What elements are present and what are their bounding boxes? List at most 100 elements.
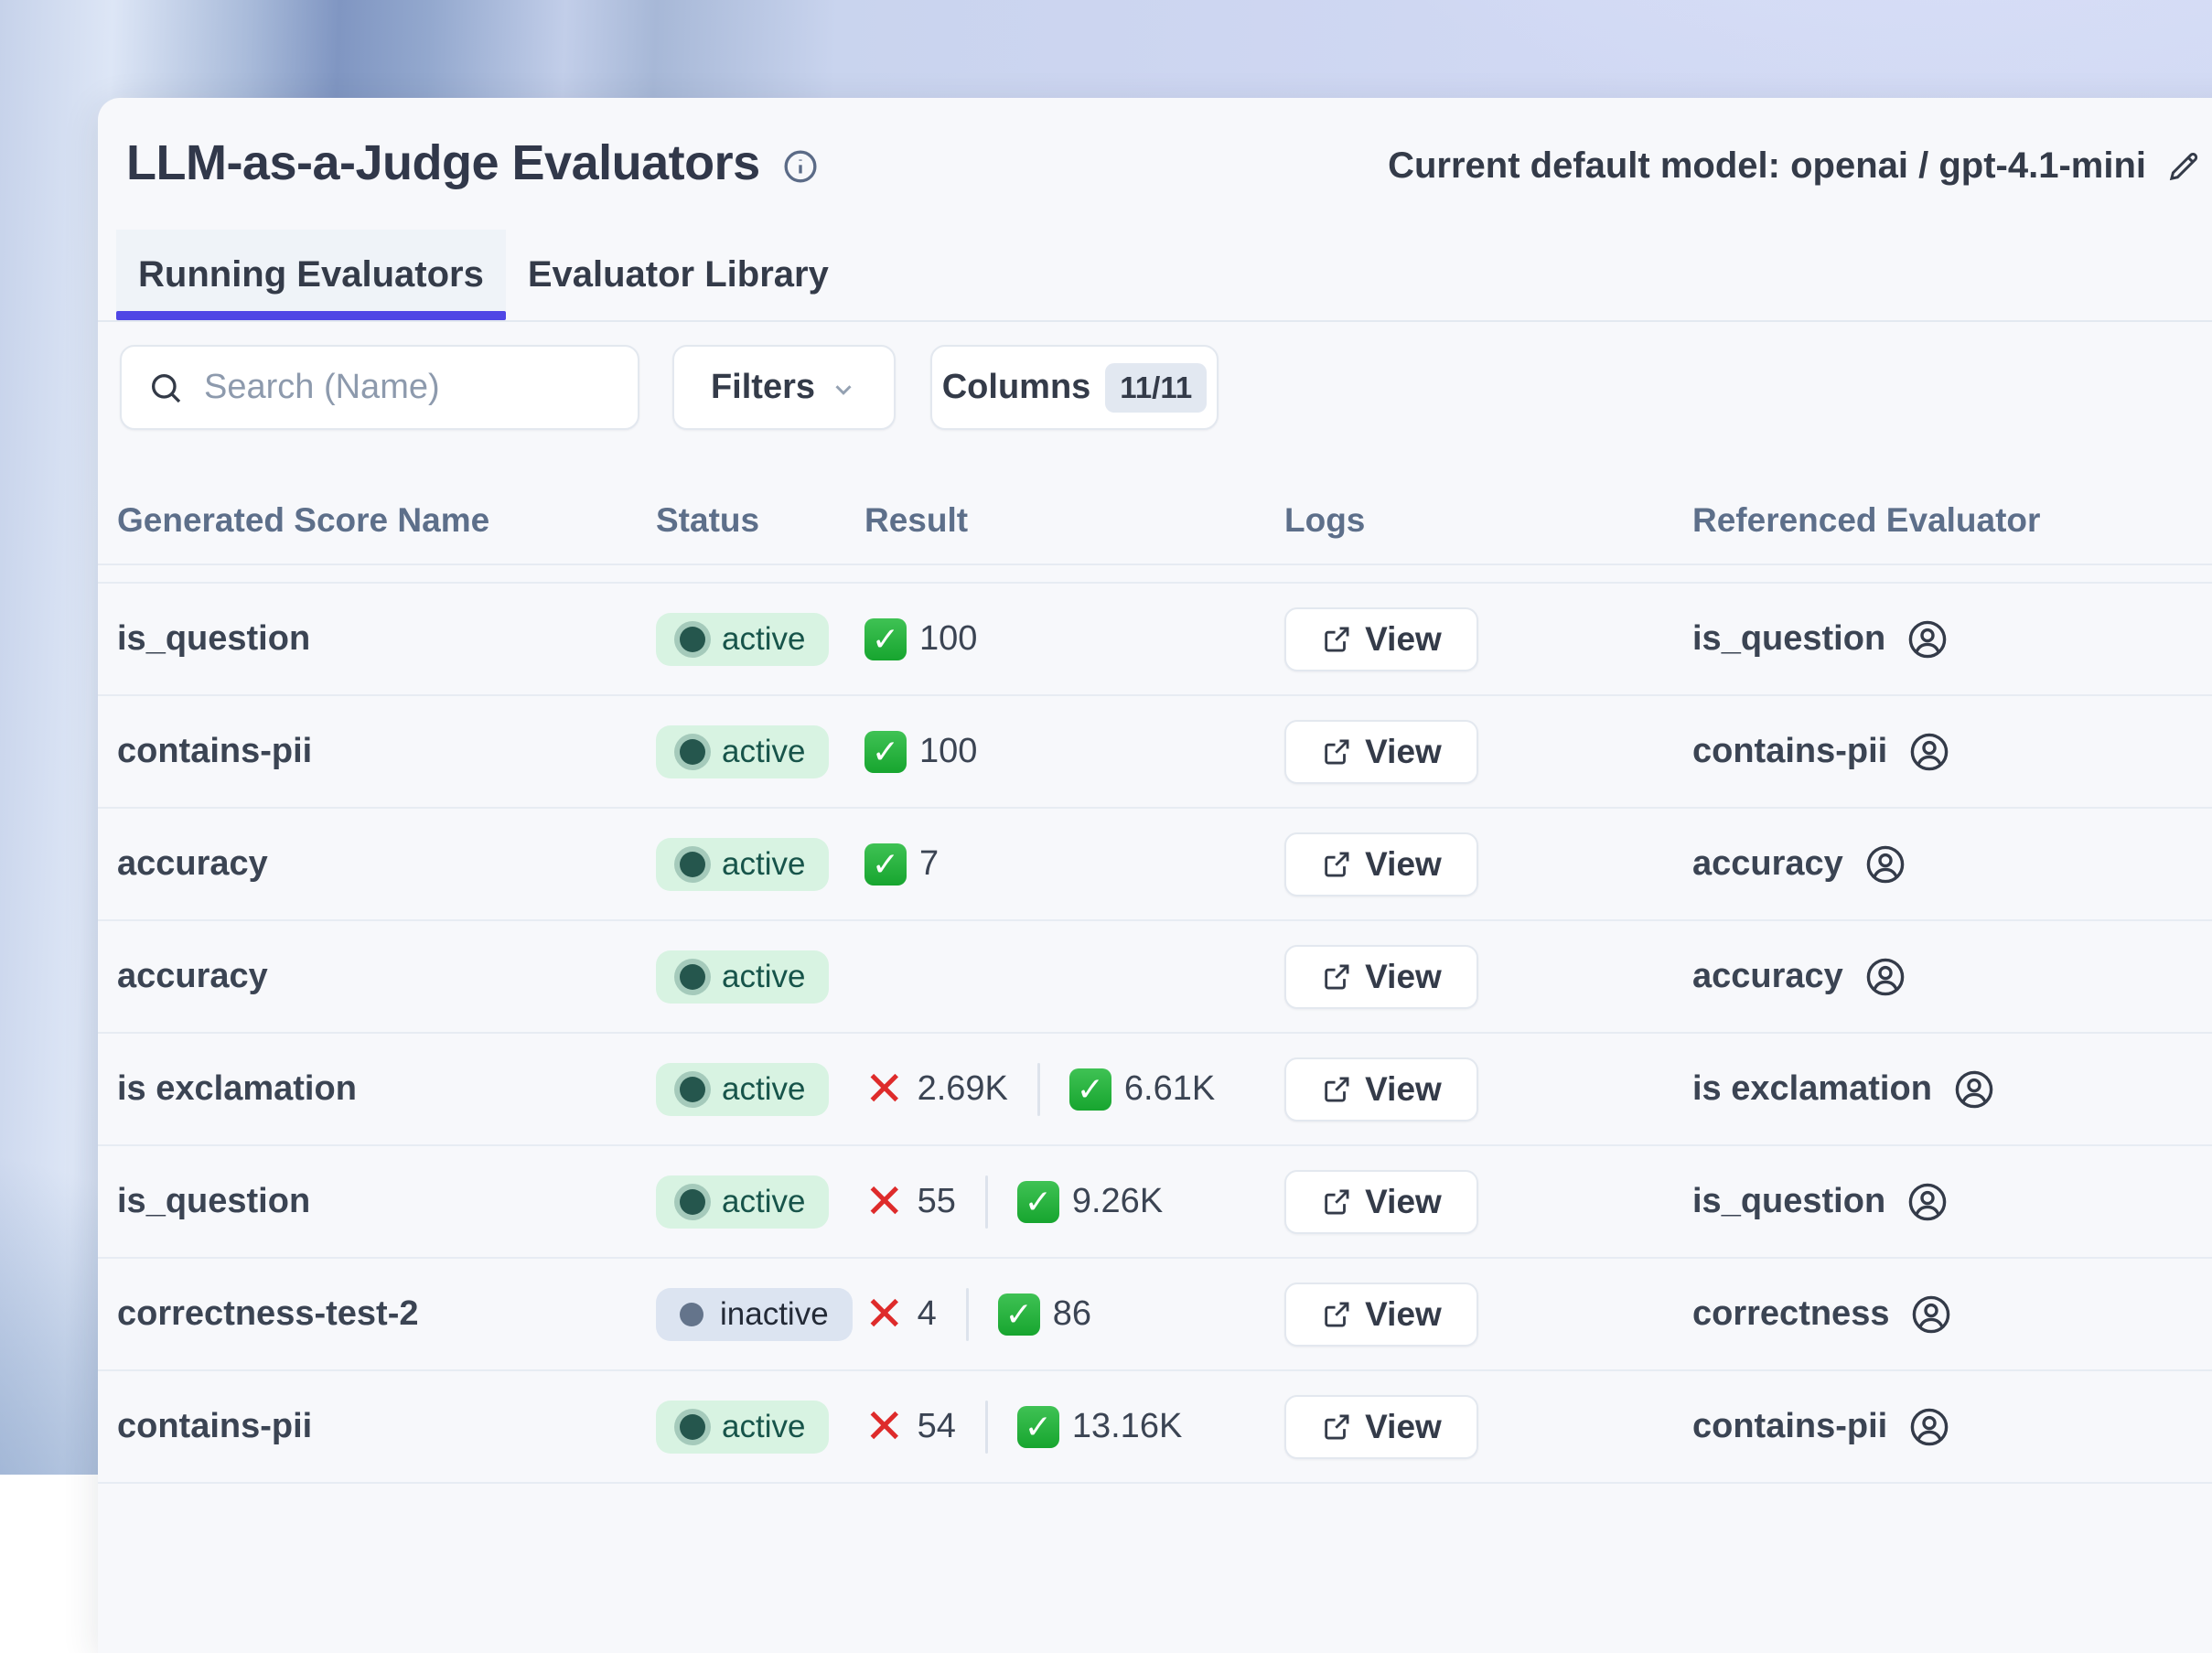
partial-row-top <box>98 565 2212 584</box>
status-badge: active <box>656 1063 829 1116</box>
result-divider <box>985 1175 988 1229</box>
referenced-evaluator[interactable]: contains-pii <box>1692 1405 2212 1449</box>
table-row: accuracy active ✕ ✓ 7 <box>98 809 2212 921</box>
view-logs-button[interactable]: View <box>1284 1283 1478 1347</box>
referenced-evaluator[interactable]: contains-pii <box>1692 730 2212 774</box>
pass-count: ✓ 86 <box>998 1293 1091 1336</box>
user-circle-icon <box>1952 1068 1996 1111</box>
referenced-evaluator[interactable]: accuracy <box>1692 955 2212 999</box>
view-logs-button[interactable]: View <box>1284 1170 1478 1234</box>
referenced-evaluator-name: contains-pii <box>1692 732 1887 771</box>
pass-count: ✓ 9.26K <box>1017 1181 1163 1223</box>
status-badge: active <box>656 950 829 1004</box>
filters-label: Filters <box>711 368 815 407</box>
check-mark-icon: ✓ <box>1017 1406 1059 1448</box>
table-row: contains-pii active ✕ ✓ 100 <box>98 696 2212 809</box>
info-icon[interactable] <box>782 148 819 185</box>
check-mark-icon: ✓ <box>864 731 907 773</box>
view-logs-button[interactable]: View <box>1284 607 1478 671</box>
cross-mark-icon: ✕ <box>864 1403 905 1451</box>
search-box[interactable] <box>120 345 639 430</box>
cross-mark-icon: ✕ <box>864 1066 905 1113</box>
generated-score-name: is_question <box>117 1182 310 1220</box>
default-model-label: Current default model: openai / gpt-4.1-… <box>1388 145 2146 187</box>
tab-divider <box>98 320 2212 322</box>
user-circle-icon <box>1909 1293 1953 1336</box>
table-header: Generated Score Name Status Result Logs … <box>98 477 2212 565</box>
column-header-name: Generated Score Name <box>117 501 656 540</box>
pass-count: ✓ 7 <box>864 843 939 886</box>
user-circle-icon <box>1863 955 1907 999</box>
view-logs-button[interactable]: View <box>1284 1057 1478 1122</box>
status-badge: active <box>656 1175 829 1229</box>
status-label: active <box>722 621 805 658</box>
status-dot-icon <box>680 1414 705 1440</box>
user-circle-icon <box>1906 1180 1949 1224</box>
status-dot-icon <box>680 852 705 877</box>
status-dot-icon <box>680 1189 705 1215</box>
referenced-evaluator[interactable]: correctness <box>1692 1293 2212 1336</box>
referenced-evaluator[interactable]: accuracy <box>1692 843 2212 886</box>
referenced-evaluator-name: accuracy <box>1692 844 1843 884</box>
check-mark-icon: ✓ <box>864 843 907 886</box>
generated-score-name: correctness-test-2 <box>117 1294 418 1333</box>
generated-score-name: is_question <box>117 619 310 658</box>
result-divider <box>985 1401 988 1454</box>
column-header-evaluator: Referenced Evaluator <box>1692 501 2212 540</box>
external-link-icon <box>1321 736 1352 767</box>
view-logs-button[interactable]: View <box>1284 1395 1478 1459</box>
page-background: LLM-as-a-Judge Evaluators Current defaul… <box>0 0 2212 1475</box>
filters-button[interactable]: Filters <box>672 345 896 430</box>
pass-count: ✓ 6.61K <box>1069 1068 1215 1111</box>
result-divider <box>966 1288 969 1341</box>
toolbar: Filters Columns 11/11 <box>120 345 2212 430</box>
external-link-icon <box>1321 624 1352 655</box>
external-link-icon <box>1321 1074 1352 1105</box>
referenced-evaluator[interactable]: is_question <box>1692 1180 2212 1224</box>
status-label: active <box>722 1184 805 1220</box>
columns-button[interactable]: Columns 11/11 <box>930 345 1219 430</box>
edit-model-pencil-icon[interactable] <box>2164 147 2203 186</box>
user-circle-icon <box>1907 1405 1951 1449</box>
page-title: LLM-as-a-Judge Evaluators <box>126 134 760 191</box>
status-label: active <box>722 846 805 883</box>
referenced-evaluator-name: is_question <box>1692 619 1885 659</box>
tab-evaluator-library[interactable]: Evaluator Library <box>506 230 851 320</box>
pass-count: ✓ 13.16K <box>1017 1406 1182 1448</box>
referenced-evaluator-name: accuracy <box>1692 957 1843 996</box>
page-header: LLM-as-a-Judge Evaluators Current defaul… <box>98 98 2212 191</box>
external-link-icon <box>1321 1411 1352 1443</box>
pass-count: ✓ 100 <box>864 731 977 773</box>
status-dot-icon <box>680 964 705 990</box>
table-row: is_question active ✕ 55 ✓ 9.26K <box>98 1146 2212 1259</box>
fail-count: ✕ 2.69K <box>864 1066 1008 1113</box>
column-header-logs: Logs <box>1284 501 1692 540</box>
result-divider <box>1037 1063 1040 1116</box>
table-row: accuracy active ✕ ✓ <box>98 921 2212 1034</box>
status-label: active <box>722 1409 805 1445</box>
status-badge: active <box>656 838 829 891</box>
referenced-evaluator[interactable]: is exclamation <box>1692 1068 2212 1111</box>
referenced-evaluator[interactable]: is_question <box>1692 617 2212 661</box>
status-dot-icon <box>680 739 705 765</box>
columns-count-badge: 11/11 <box>1105 363 1207 413</box>
fail-count: ✕ 55 <box>864 1178 956 1226</box>
check-mark-icon: ✓ <box>1069 1068 1111 1111</box>
search-input[interactable] <box>204 368 612 407</box>
cross-mark-icon: ✕ <box>864 1291 905 1338</box>
external-link-icon <box>1321 1299 1352 1330</box>
table-row: contains-pii active ✕ 54 ✓ 13.16K <box>98 1371 2212 1484</box>
external-link-icon <box>1321 1186 1352 1218</box>
tab-running-evaluators[interactable]: Running Evaluators <box>116 230 506 320</box>
check-mark-icon: ✓ <box>1017 1181 1059 1223</box>
columns-label: Columns <box>942 368 1091 407</box>
referenced-evaluator-name: is exclamation <box>1692 1069 1932 1109</box>
status-badge: active <box>656 725 829 778</box>
generated-score-name: accuracy <box>117 957 268 995</box>
view-logs-button[interactable]: View <box>1284 945 1478 1009</box>
view-logs-button[interactable]: View <box>1284 832 1478 896</box>
referenced-evaluator-name: correctness <box>1692 1294 1889 1334</box>
view-logs-button[interactable]: View <box>1284 720 1478 784</box>
tab-bar: Running Evaluators Evaluator Library <box>116 230 2212 320</box>
column-header-result: Result <box>864 501 1284 540</box>
